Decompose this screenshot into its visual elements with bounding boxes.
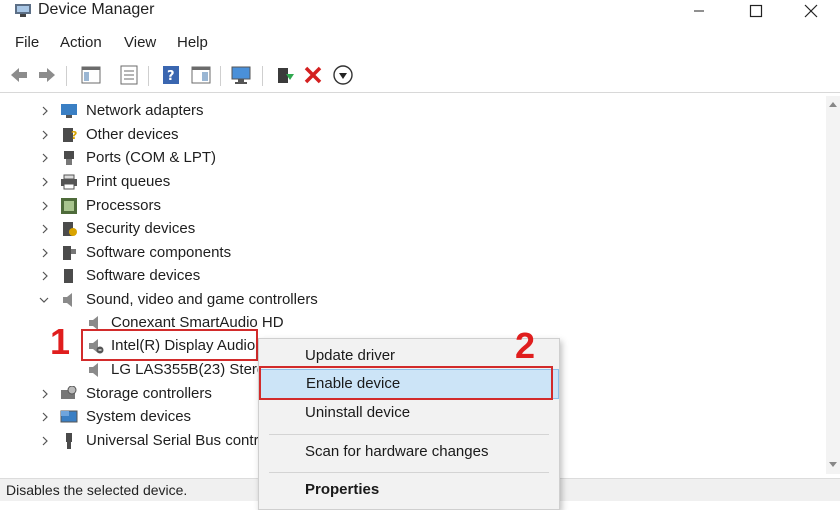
tree-item-label: Storage controllers	[86, 385, 212, 402]
disable-device-icon[interactable]	[302, 64, 324, 86]
toolbar: ?	[0, 58, 840, 93]
window-title: Device Manager	[38, 1, 155, 18]
back-icon[interactable]	[8, 64, 30, 86]
tree-item-label: Security devices	[86, 220, 196, 237]
toolbar-separator	[148, 66, 149, 86]
menu-file[interactable]: File	[15, 34, 39, 52]
tree-item-label: Processors	[86, 197, 162, 214]
close-button[interactable]	[788, 0, 834, 22]
chevron-right-icon[interactable]	[40, 265, 50, 287]
tree-item-software-devices[interactable]: Software devices	[0, 265, 400, 287]
menu-view[interactable]: View	[124, 34, 156, 52]
tree-item-label: Print queues	[86, 173, 171, 190]
chevron-down-icon[interactable]	[38, 289, 49, 311]
menu-item-scan-hardware[interactable]: Scan for hardware changes	[259, 437, 559, 467]
menu-item-label: Uninstall device	[305, 404, 411, 421]
step-2-label: 2	[515, 325, 536, 366]
toolbar-separator	[66, 66, 67, 86]
storage-icon	[60, 385, 78, 402]
chevron-right-icon[interactable]	[40, 124, 50, 146]
scroll-up-icon[interactable]	[829, 102, 837, 107]
show-hide-tree-icon[interactable]	[80, 64, 102, 86]
tree-item-processors[interactable]: Processors	[0, 195, 400, 217]
view-pane-icon[interactable]	[190, 64, 212, 86]
chevron-right-icon[interactable]	[40, 218, 50, 240]
chevron-right-icon[interactable]	[40, 242, 50, 264]
properties-icon[interactable]	[118, 64, 140, 86]
software-component-icon	[60, 245, 78, 261]
step-2-highlight-box	[259, 366, 553, 400]
toolbar-separator	[262, 66, 263, 86]
menu-bar: File Action View Help	[0, 30, 840, 56]
menu-item-label: Scan for hardware changes	[305, 443, 489, 460]
menu-item-properties[interactable]: Properties	[259, 475, 559, 505]
menu-item-uninstall-device[interactable]: Uninstall device	[259, 398, 559, 428]
tree-item-network-adapters[interactable]: Network adapters	[0, 100, 400, 122]
tree-item-label: System devices	[86, 408, 192, 425]
tree-item-label: LG LAS355B(23) Stereo	[111, 361, 270, 378]
scroll-down-icon[interactable]	[829, 462, 837, 467]
port-icon	[60, 150, 78, 166]
tree-item-ports[interactable]: Ports (COM & LPT)	[0, 147, 400, 169]
monitor-icon[interactable]	[230, 64, 252, 86]
uninstall-icon[interactable]	[332, 64, 354, 86]
menu-action[interactable]: Action	[60, 34, 102, 52]
svg-text:?: ?	[71, 129, 77, 142]
help-icon[interactable]: ?	[160, 64, 182, 86]
forward-icon[interactable]	[36, 64, 58, 86]
network-adapter-icon	[60, 103, 78, 119]
tree-item-label: Ports (COM & LPT)	[86, 149, 217, 166]
chevron-right-icon[interactable]	[40, 195, 50, 217]
menu-item-label: Properties	[305, 481, 380, 498]
tree-item-other-devices[interactable]: ? Other devices	[0, 124, 400, 146]
step-1-highlight-box	[81, 329, 258, 361]
status-text: Disables the selected device.	[6, 482, 188, 498]
step-1-label: 1	[50, 321, 71, 362]
tree-item-label: Other devices	[86, 126, 179, 143]
tree-item-print-queues[interactable]: Print queues	[0, 171, 400, 193]
security-device-icon	[60, 221, 78, 237]
menu-separator	[269, 434, 549, 435]
chevron-right-icon[interactable]	[40, 430, 50, 452]
title-bar: Device Manager	[0, 0, 840, 28]
tree-item-software-components[interactable]: Software components	[0, 242, 400, 264]
maximize-button[interactable]	[733, 0, 779, 22]
tree-item-label: Universal Serial Bus contr	[86, 432, 259, 449]
chevron-right-icon[interactable]	[40, 100, 50, 122]
tree-item-label: Network adapters	[86, 102, 204, 119]
system-device-icon	[60, 409, 78, 425]
update-driver-icon[interactable]	[274, 64, 296, 86]
chevron-right-icon[interactable]	[40, 171, 50, 193]
tree-item-label: Software devices	[86, 267, 201, 284]
chevron-right-icon[interactable]	[40, 383, 50, 405]
minimize-button[interactable]	[676, 0, 722, 22]
usb-icon	[60, 433, 78, 449]
device-manager-icon	[14, 2, 32, 18]
tree-item-label: Software components	[86, 244, 232, 261]
tree-item-label: Sound, video and game controllers	[86, 291, 318, 308]
menu-separator	[269, 472, 549, 473]
tree-item-sound-video-game[interactable]: Sound, video and game controllers	[0, 289, 400, 311]
chevron-right-icon[interactable]	[40, 406, 50, 428]
other-devices-icon: ?	[60, 127, 78, 143]
svg-text:?: ?	[167, 69, 175, 84]
toolbar-separator	[220, 66, 221, 86]
menu-help[interactable]: Help	[177, 34, 208, 52]
processor-icon	[60, 198, 78, 214]
software-device-icon	[60, 268, 78, 284]
tree-item-lg-stereo[interactable]: LG LAS355B(23) Stereo	[0, 359, 270, 381]
speaker-icon	[86, 362, 104, 378]
chevron-right-icon[interactable]	[40, 147, 50, 169]
speaker-icon	[60, 292, 78, 308]
tree-item-security-devices[interactable]: Security devices	[0, 218, 400, 240]
printer-icon	[60, 174, 78, 190]
vertical-scrollbar[interactable]	[826, 96, 840, 474]
